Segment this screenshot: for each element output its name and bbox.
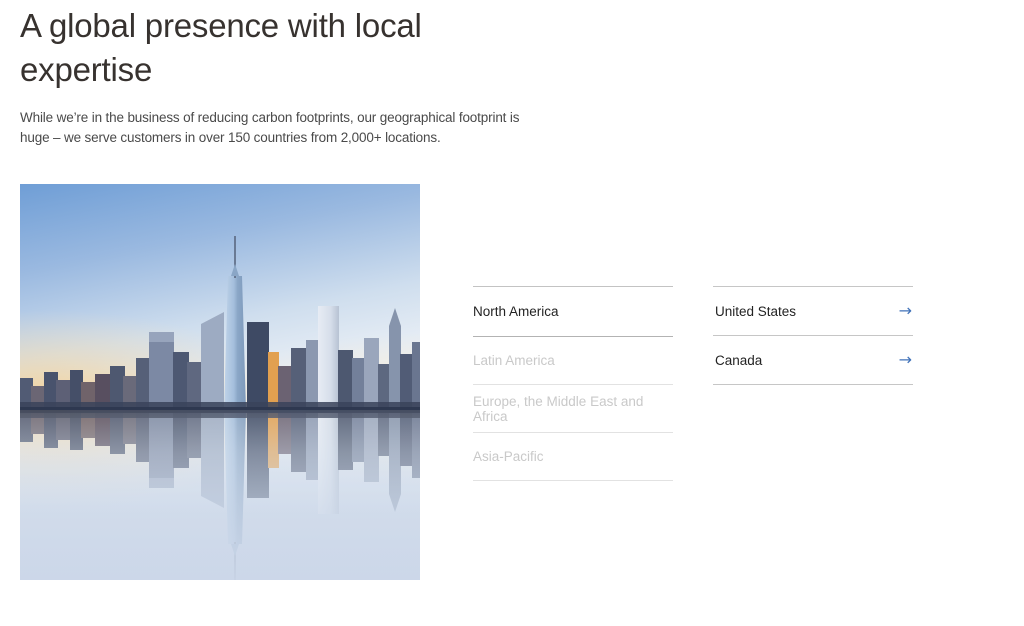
- region-tab-list: North America Latin America Europe, the …: [473, 286, 673, 481]
- city-skyline-photo: [20, 184, 420, 580]
- page-description: While we’re in the business of reducing …: [20, 108, 532, 148]
- arrow-right-icon: →: [899, 352, 912, 368]
- country-link-label: United States: [715, 304, 796, 319]
- page-title: A global presence with local expertise: [20, 4, 520, 92]
- country-link-list: United States → Canada →: [713, 286, 913, 385]
- region-tab-label: Europe, the Middle East and Africa: [473, 394, 673, 424]
- country-link-united-states[interactable]: United States →: [713, 286, 913, 335]
- region-tab-label: North America: [473, 304, 559, 319]
- city-skyline-image: [20, 184, 420, 580]
- arrow-right-icon: →: [899, 303, 912, 319]
- region-tab-latin-america[interactable]: Latin America: [473, 336, 673, 384]
- region-tab-north-america[interactable]: North America: [473, 286, 673, 336]
- country-link-label: Canada: [715, 353, 762, 368]
- global-presence-section: A global presence with local expertise W…: [0, 0, 1024, 626]
- region-tab-label: Asia-Pacific: [473, 449, 544, 464]
- country-link-canada[interactable]: Canada →: [713, 335, 913, 384]
- region-tab-asia-pacific[interactable]: Asia-Pacific: [473, 432, 673, 480]
- region-tab-europe-middle-east-africa[interactable]: Europe, the Middle East and Africa: [473, 384, 673, 432]
- region-tab-label: Latin America: [473, 353, 555, 368]
